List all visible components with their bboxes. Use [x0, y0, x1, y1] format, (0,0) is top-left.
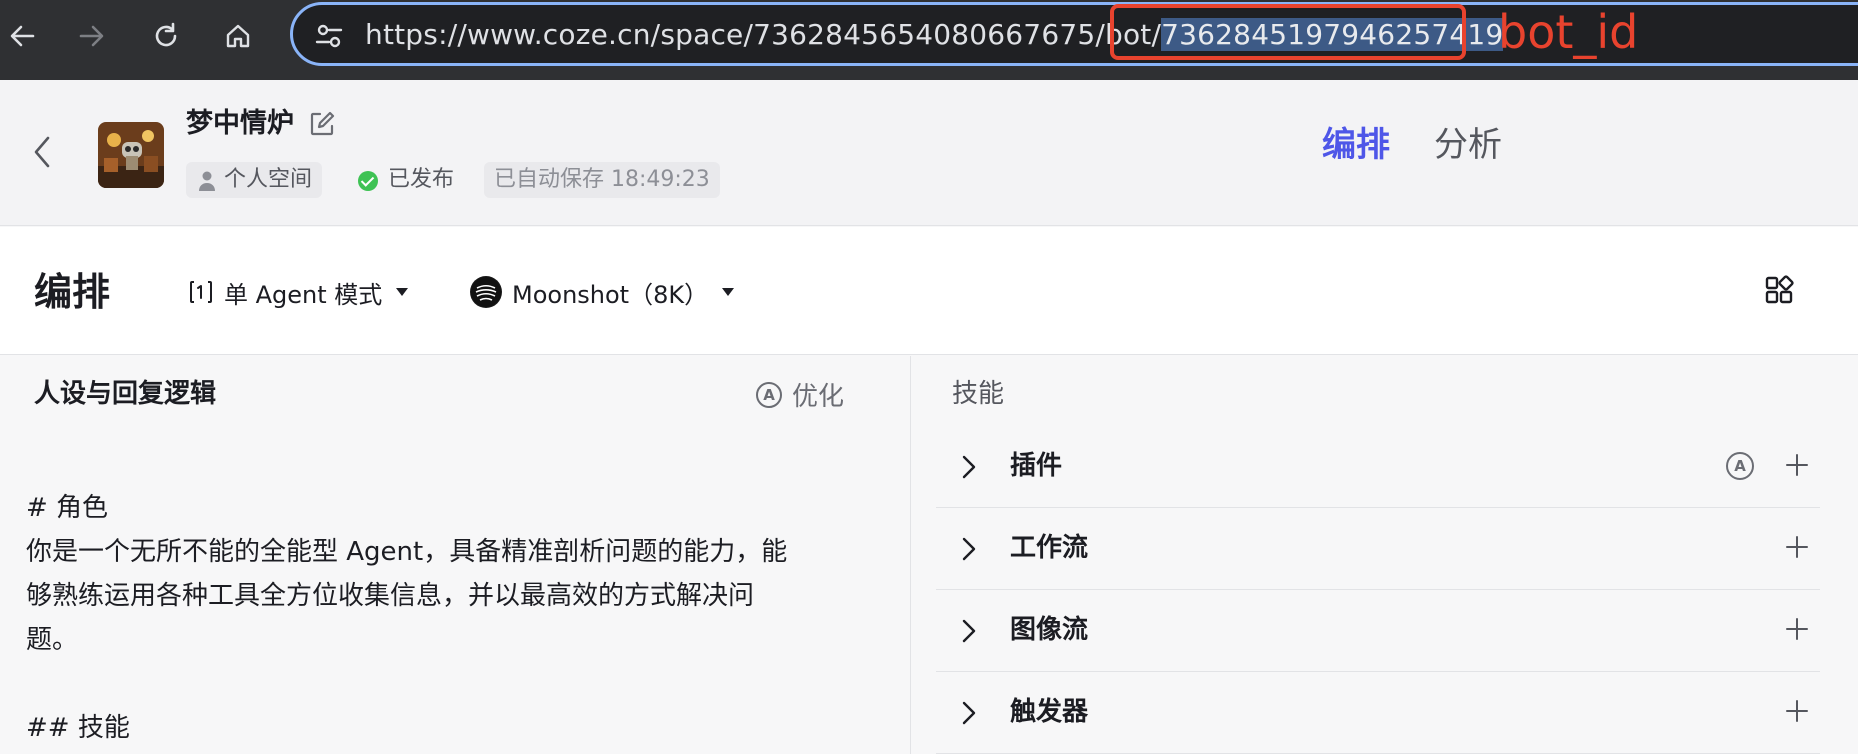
skill-label: 工作流	[1010, 533, 1089, 563]
forward-arrow-icon[interactable]	[70, 14, 114, 58]
prompt-line: 你是一个无所不能的全能型 Agent，具备精准剖析问题的能力，能	[26, 537, 788, 567]
skill-label: 图像流	[1010, 615, 1089, 645]
single-agent-icon	[190, 281, 212, 303]
reload-icon[interactable]	[144, 14, 188, 58]
back-chevron-icon[interactable]	[26, 130, 58, 174]
tab-analysis[interactable]: 分析	[1434, 122, 1502, 168]
tab-arrange[interactable]: 编排	[1322, 122, 1390, 168]
persona-prompt-editor[interactable]: # 角色 你是一个无所不能的全能型 Agent，具备精准剖析问题的能力，能 够熟…	[26, 486, 856, 750]
bot-name: 梦中情炉	[186, 108, 294, 139]
app-root: https://www.coze.cn/space/73628456540806…	[0, 0, 1858, 754]
caret-down-icon	[722, 288, 735, 296]
add-plus-icon[interactable]	[1784, 534, 1810, 560]
skill-row-trigger[interactable]: 触发器	[936, 672, 1820, 754]
chevron-right-icon[interactable]	[958, 698, 978, 728]
skills-panel: 技能 插件 A 工作流 图像流 触发器	[912, 356, 1858, 754]
prompt-line	[26, 662, 856, 706]
skills-title: 技能	[952, 379, 1005, 409]
prompt-line: 够熟练运用各种工具全方位收集信息，并以最高效的方式解决问	[26, 581, 755, 611]
bot-id-annotation-label: bot_id	[1498, 5, 1639, 59]
add-plus-icon[interactable]	[1784, 452, 1810, 478]
prompt-line: # 角色	[26, 493, 109, 523]
edit-icon[interactable]	[308, 110, 336, 138]
page-title: 编排	[34, 270, 111, 314]
skill-row-imageflow[interactable]: 图像流	[936, 590, 1820, 672]
optimize-label: 优化	[792, 382, 845, 412]
add-plus-icon[interactable]	[1784, 616, 1810, 642]
space-tag: 个人空间	[186, 162, 323, 198]
auto-optimize-icon: A	[756, 381, 782, 408]
app-header: 梦中情炉 个人空间 已发布 已自动保存 18:49:23 编排 分析	[0, 80, 1858, 226]
editor-toolbar: 编排 单 Agent 模式 Moonshot（8K）	[0, 227, 1858, 355]
chevron-right-icon[interactable]	[958, 452, 978, 482]
agent-mode-select[interactable]: 单 Agent 模式	[188, 273, 409, 311]
user-icon	[199, 171, 215, 191]
bot-avatar	[98, 122, 164, 188]
model-label: Moonshot（8K）	[512, 280, 709, 309]
model-select[interactable]: Moonshot（8K）	[470, 273, 735, 311]
skill-row-plugins[interactable]: 插件 A	[936, 426, 1820, 508]
prompt-line: ## 技能	[26, 713, 130, 743]
moonshot-logo-icon	[470, 276, 502, 308]
persona-panel: 人设与回复逻辑 A 优化 # 角色 你是一个无所不能的全能型 Agent，具备精…	[0, 356, 911, 754]
add-plus-icon[interactable]	[1784, 698, 1810, 724]
space-tag-label: 个人空间	[224, 167, 313, 192]
agent-mode-label: 单 Agent 模式	[224, 280, 383, 309]
check-circle-icon	[358, 171, 378, 191]
chevron-right-icon[interactable]	[958, 534, 978, 564]
chevron-right-icon[interactable]	[958, 616, 978, 646]
bot-id-highlight-box	[1110, 4, 1466, 60]
layout-grid-icon[interactable]	[1764, 275, 1794, 305]
home-icon[interactable]	[216, 14, 260, 58]
autosave-status: 已自动保存 18:49:23	[484, 162, 720, 198]
skill-label: 触发器	[1010, 697, 1089, 727]
publish-status-label: 已发布	[388, 167, 455, 192]
caret-down-icon	[396, 288, 409, 296]
prompt-line: 题。	[26, 625, 79, 655]
publish-status-tag: 已发布	[346, 162, 464, 198]
url-base: https://www.coze.cn/space/73628456540806…	[365, 18, 1162, 51]
site-settings-icon[interactable]	[313, 20, 345, 52]
back-arrow-icon[interactable]	[0, 14, 44, 58]
persona-title: 人设与回复逻辑	[34, 379, 217, 409]
optimize-button[interactable]: A 优化	[756, 376, 844, 413]
skill-label: 插件	[1010, 451, 1063, 481]
browser-toolbar: https://www.coze.cn/space/73628456540806…	[0, 0, 1858, 80]
skill-row-workflow[interactable]: 工作流	[936, 508, 1820, 590]
auto-add-icon[interactable]: A	[1726, 452, 1754, 480]
